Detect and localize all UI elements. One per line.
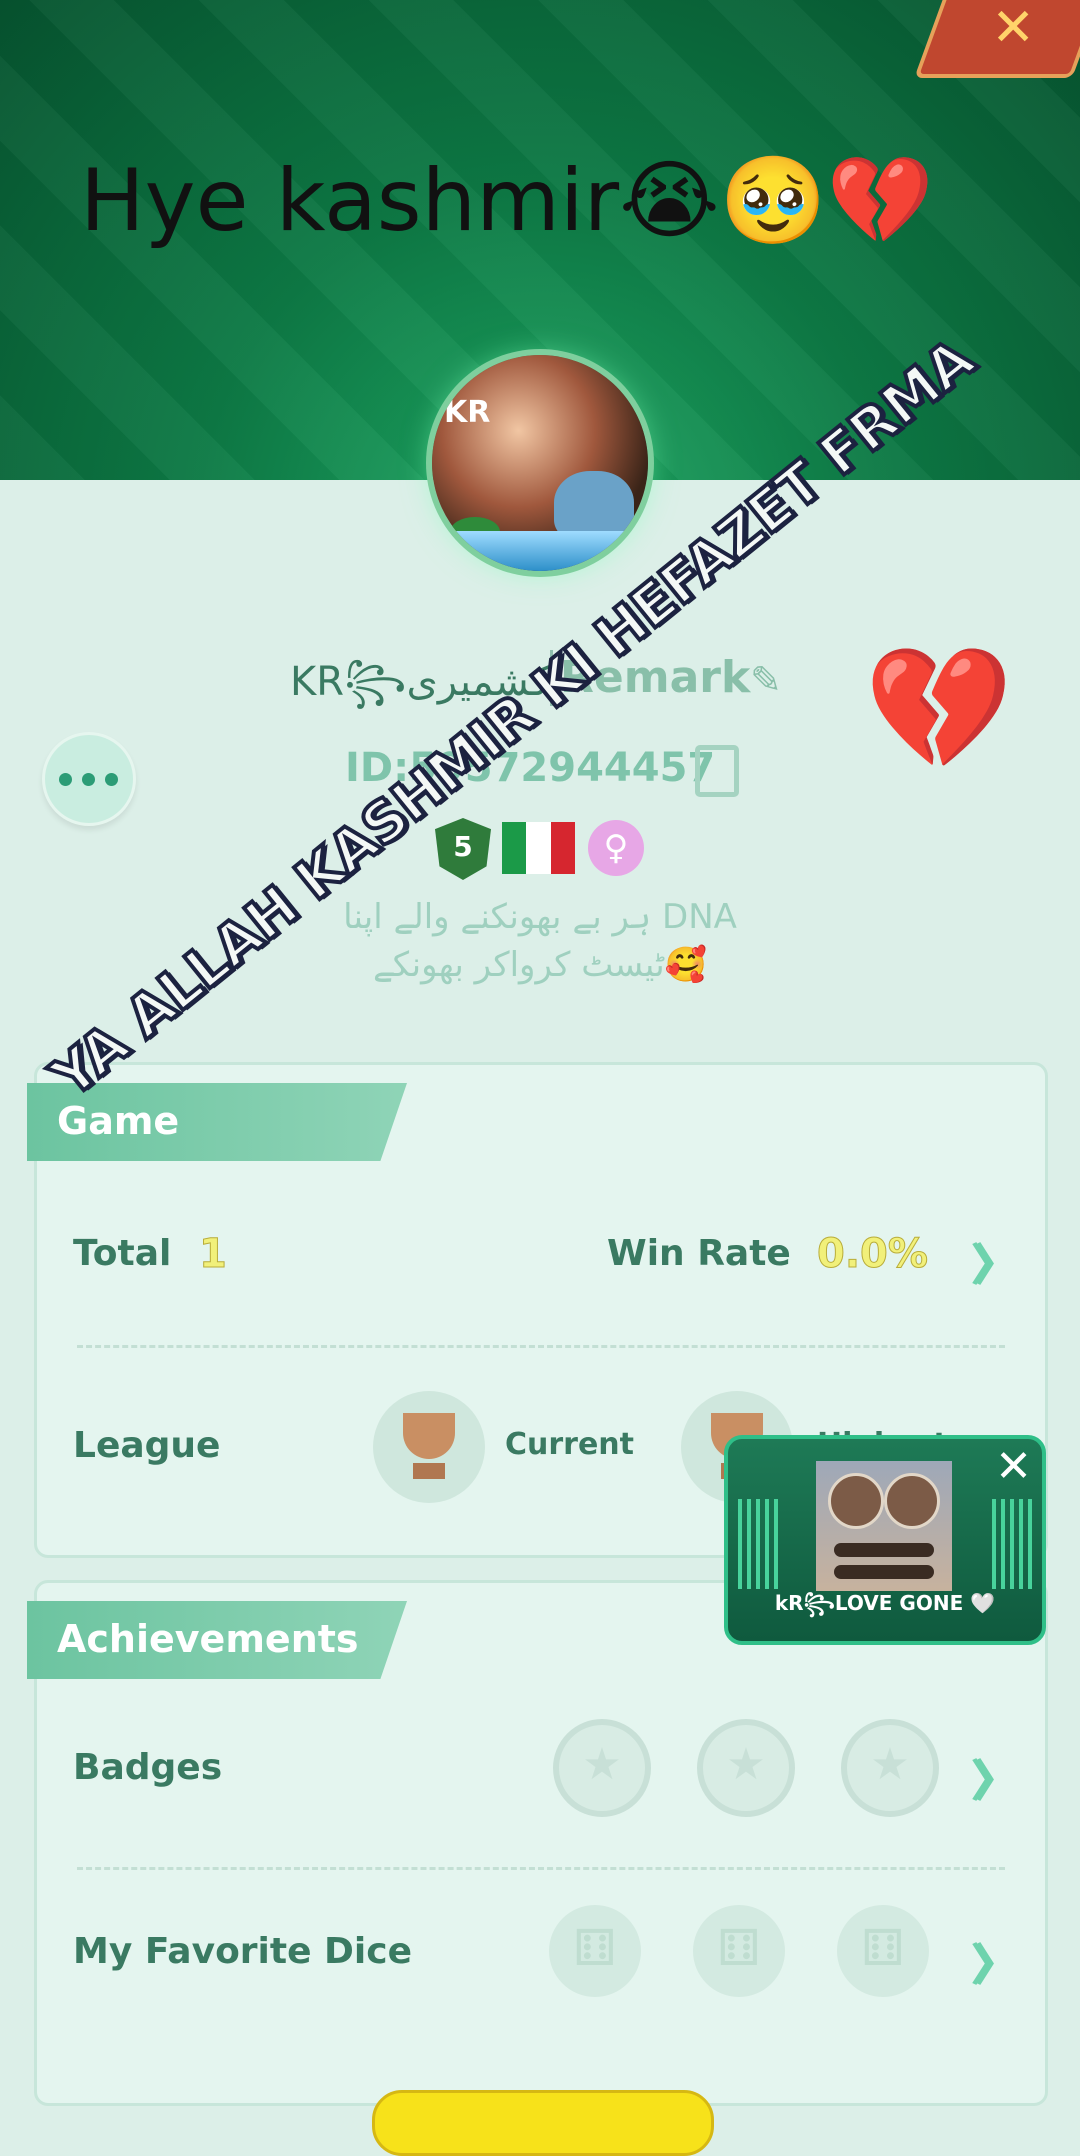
- win-rate-chevron-icon[interactable]: 〉〉: [971, 1229, 1019, 1293]
- row-divider: [77, 1867, 1005, 1870]
- italy-flag-icon: [502, 822, 575, 874]
- row-divider: [77, 1345, 1005, 1348]
- song-caption: kR꧂LOVE GONE 🤍: [774, 1591, 996, 1615]
- dot-icon: [82, 773, 95, 786]
- level-value: 5: [453, 830, 473, 863]
- avatar-frame-mark: KR: [444, 395, 491, 430]
- caption-headline: Hye kashmir😭🥹💔: [80, 151, 934, 251]
- win-rate-value: 0.0%: [817, 1231, 929, 1278]
- badges-label: Badges: [73, 1747, 223, 1788]
- dice-chevron-icon[interactable]: 〉〉: [971, 1929, 1019, 1993]
- female-gender-icon: ♀: [588, 820, 644, 876]
- badges-chevron-icon[interactable]: 〉〉: [971, 1745, 1019, 1809]
- achievements-section-title: Achievements: [57, 1617, 359, 1661]
- pencil-icon[interactable]: ✎: [750, 658, 782, 702]
- level-badge-icon: 5: [435, 818, 491, 880]
- dice-slot-icon[interactable]: [837, 1905, 929, 1997]
- dot-icon: [105, 773, 118, 786]
- dot-icon: [59, 773, 72, 786]
- badge-slot-icon[interactable]: [553, 1719, 651, 1817]
- close-icon: ✕: [991, 0, 1035, 58]
- avatar[interactable]: KR: [432, 355, 648, 571]
- dice-slot-icon[interactable]: [549, 1905, 641, 1997]
- bottom-action-button[interactable]: [372, 2090, 714, 2156]
- badge-slot-icon[interactable]: [697, 1719, 795, 1817]
- bio-line-1: ہر بے بھونکنے والے اپنا DNA: [343, 897, 737, 937]
- dice-slot-icon[interactable]: [693, 1905, 785, 1997]
- total-label: Total: [73, 1233, 172, 1274]
- favorite-dice-label: My Favorite Dice: [73, 1931, 413, 1972]
- win-rate-label: Win Rate: [607, 1233, 791, 1274]
- current-trophy-icon: [373, 1391, 485, 1503]
- audio-wave-right: [992, 1499, 1032, 1589]
- close-button[interactable]: ✕: [914, 0, 1080, 78]
- broken-heart-emoji: 💔: [864, 640, 1014, 779]
- water-decoration: [432, 531, 648, 571]
- league-label: League: [73, 1425, 221, 1466]
- achievements-section-ribbon: Achievements: [27, 1601, 407, 1679]
- current-label: Current: [505, 1427, 635, 1462]
- total-value: 1: [199, 1231, 228, 1278]
- mini-music-player[interactable]: ✕ kR꧂LOVE GONE 🤍: [724, 1435, 1046, 1645]
- more-options-button[interactable]: [42, 732, 136, 826]
- game-section-title: Game: [57, 1099, 180, 1143]
- song-thumbnail: [816, 1461, 952, 1591]
- achievements-card: Achievements Badges 〉〉 My Favorite Dice …: [27, 1580, 1048, 2106]
- copy-icon[interactable]: [695, 745, 739, 797]
- audio-wave-left: [738, 1499, 778, 1589]
- badge-slot-icon[interactable]: [841, 1719, 939, 1817]
- player-close-icon[interactable]: ✕: [995, 1441, 1032, 1492]
